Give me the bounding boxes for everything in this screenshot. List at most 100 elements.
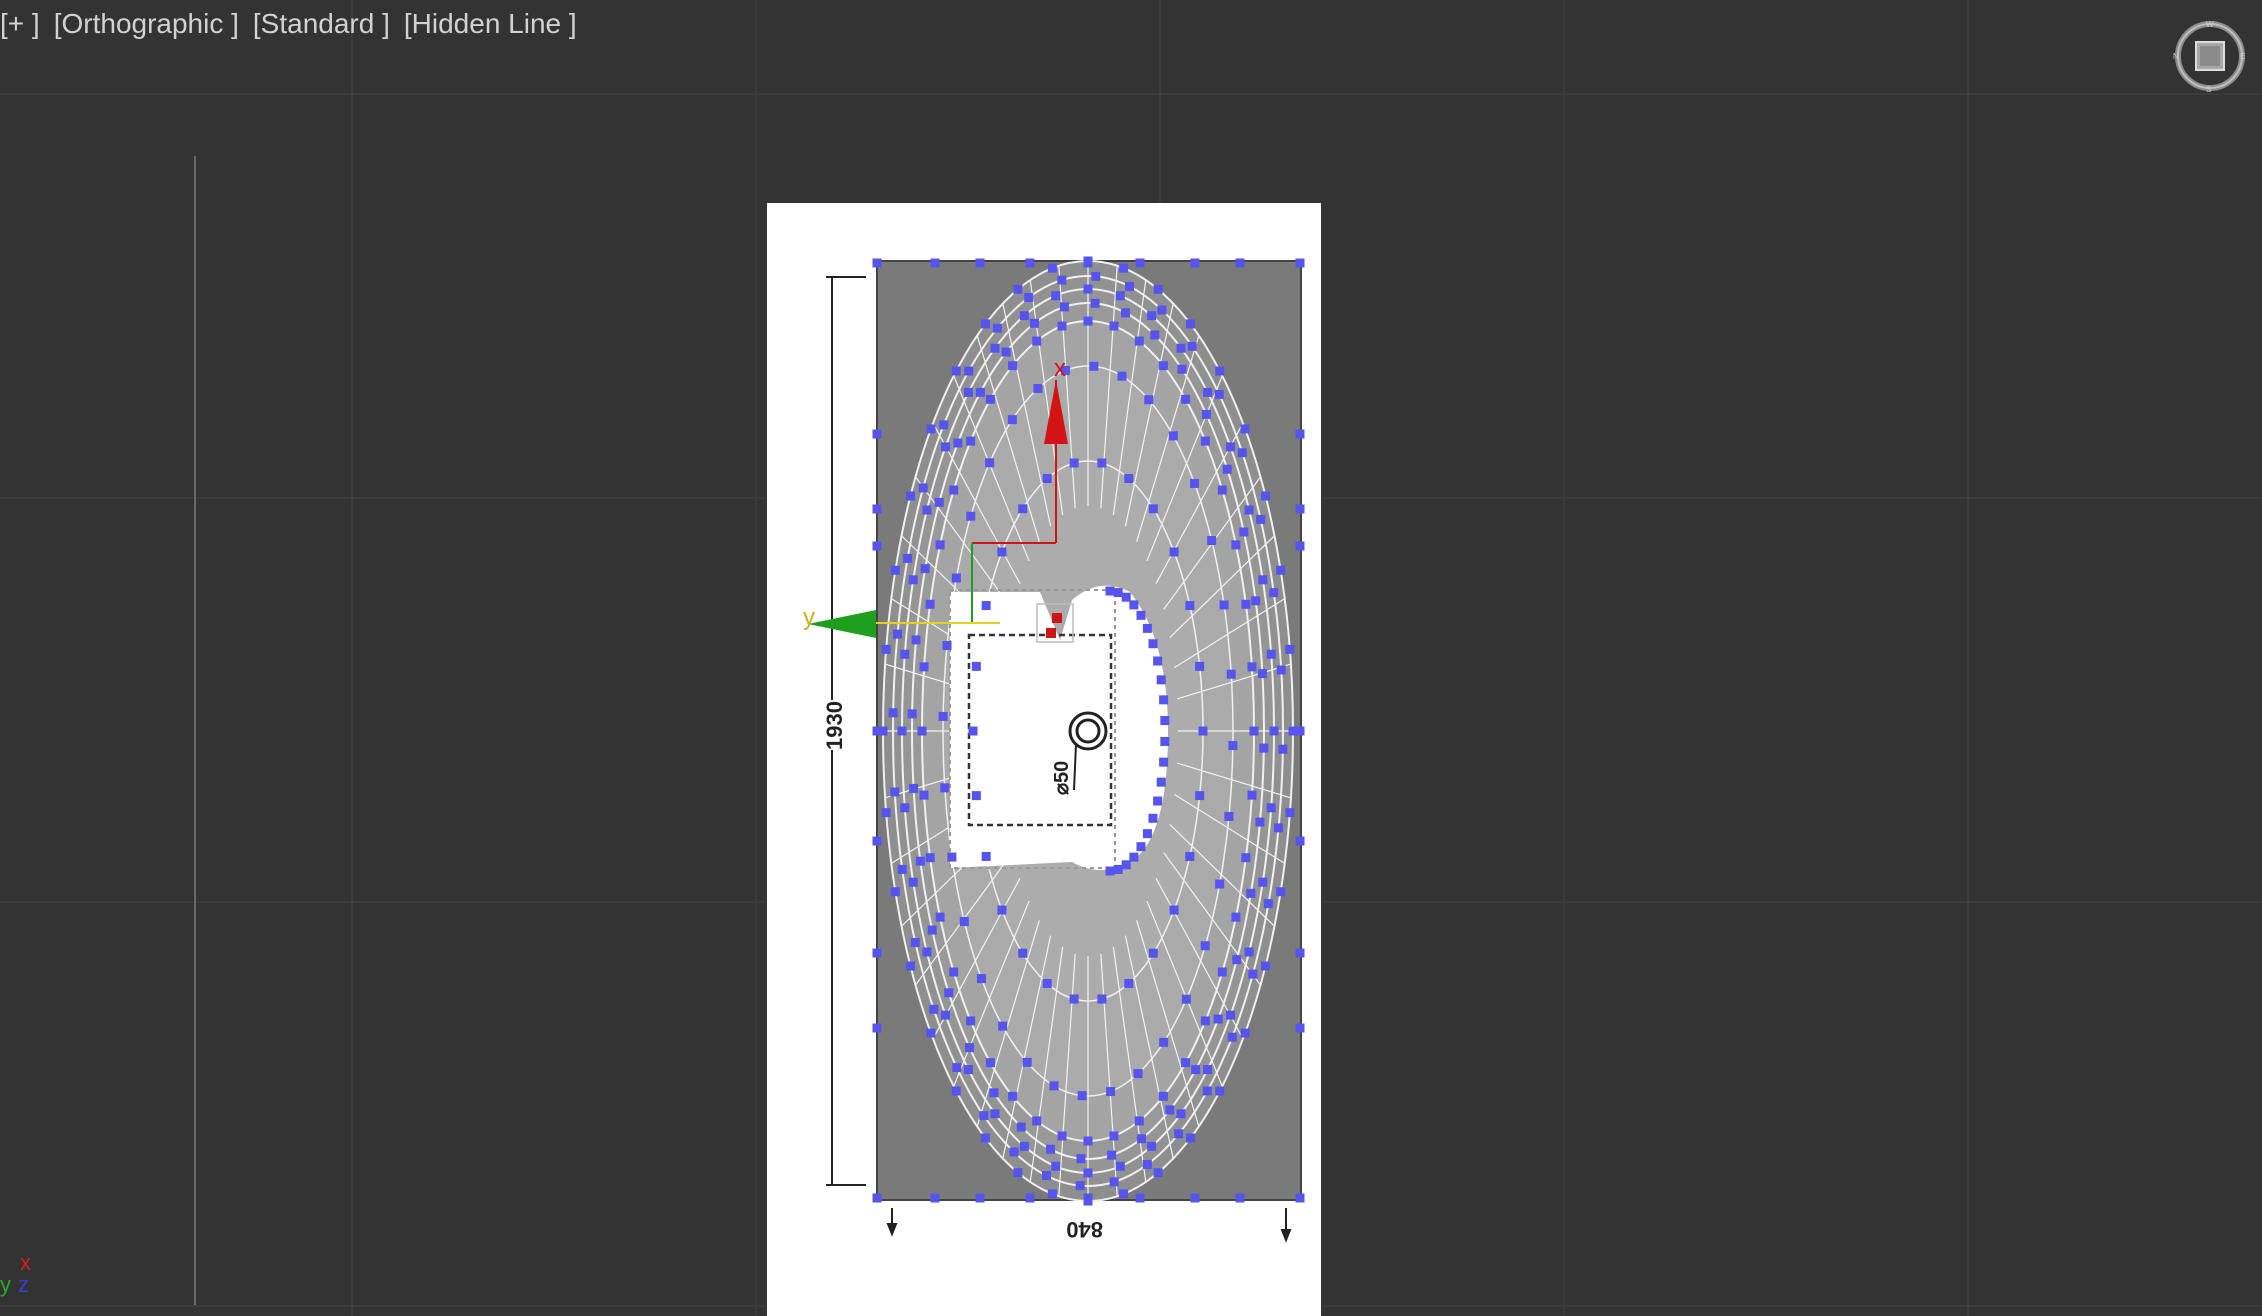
mesh-vertex[interactable]	[1159, 757, 1169, 767]
mesh-vertex[interactable]	[1018, 948, 1028, 958]
mesh-vertex[interactable]	[1235, 1193, 1245, 1203]
mesh-vertex[interactable]	[1049, 1081, 1059, 1091]
mesh-vertex[interactable]	[1047, 263, 1057, 273]
mesh-vertex[interactable]	[1181, 994, 1191, 1004]
mesh-vertex[interactable]	[1249, 726, 1259, 736]
mesh-vertex[interactable]	[992, 323, 1002, 333]
mesh-vertex[interactable]	[1200, 436, 1210, 446]
mesh-vertex[interactable]	[964, 366, 974, 376]
mesh-vertex[interactable]	[1089, 361, 1099, 371]
mesh-vertex[interactable]	[975, 387, 985, 397]
mesh-vertex[interactable]	[951, 573, 961, 583]
mesh-vertex[interactable]	[1181, 394, 1191, 404]
mesh-vertex[interactable]	[881, 808, 891, 818]
mesh-vertex[interactable]	[1244, 505, 1254, 515]
mesh-vertex[interactable]	[910, 938, 920, 948]
mesh-vertex[interactable]	[1029, 318, 1039, 328]
mesh-vertex[interactable]	[939, 420, 949, 430]
mesh-vertex[interactable]	[935, 540, 945, 550]
mesh-vertex[interactable]	[1217, 485, 1227, 495]
mesh-vertex[interactable]	[1257, 669, 1267, 679]
mesh-vertex[interactable]	[1115, 291, 1125, 301]
mesh-vertex[interactable]	[1295, 836, 1305, 846]
mesh-vertex[interactable]	[1222, 464, 1232, 474]
mesh-vertex[interactable]	[1113, 864, 1123, 874]
mesh-vertex[interactable]	[929, 1004, 939, 1014]
mesh-vertex[interactable]	[1246, 888, 1256, 898]
mesh-vertex[interactable]	[930, 1193, 940, 1203]
mesh-vertex[interactable]	[1090, 298, 1100, 308]
mesh-vertex[interactable]	[997, 547, 1007, 557]
mesh-vertex[interactable]	[985, 458, 995, 468]
mesh-vertex[interactable]	[1240, 1028, 1250, 1038]
mesh-vertex[interactable]	[897, 726, 907, 736]
mesh-vertex[interactable]	[1142, 829, 1152, 839]
mesh-vertex[interactable]	[1019, 1141, 1029, 1151]
mesh-vertex[interactable]	[966, 1016, 976, 1026]
mesh-vertex[interactable]	[1013, 284, 1023, 294]
mesh-vertex[interactable]	[1295, 1023, 1305, 1033]
mesh-vertex[interactable]	[959, 916, 969, 926]
mesh-vertex[interactable]	[1225, 1010, 1235, 1020]
mesh-vertex[interactable]	[1109, 1177, 1119, 1187]
mesh-vertex[interactable]	[1069, 458, 1079, 468]
mesh-vertex[interactable]	[1013, 1168, 1023, 1178]
mesh-vertex[interactable]	[947, 852, 957, 862]
mesh-vertex[interactable]	[1159, 695, 1169, 705]
mesh-vertex[interactable]	[920, 564, 930, 574]
mesh-vertex[interactable]	[981, 601, 991, 611]
mesh-vertex[interactable]	[1008, 361, 1018, 371]
mesh-vertex[interactable]	[918, 483, 928, 493]
mesh-vertex[interactable]	[905, 961, 915, 971]
mesh-vertex[interactable]	[1148, 504, 1158, 514]
mesh-vertex[interactable]	[872, 1193, 882, 1203]
mesh-vertex[interactable]	[1160, 716, 1170, 726]
mesh-vertex[interactable]	[927, 925, 937, 935]
mesh-vertex[interactable]	[930, 258, 940, 268]
mesh-vertex[interactable]	[907, 709, 917, 719]
mesh-vertex[interactable]	[908, 575, 918, 585]
mesh-vertex[interactable]	[1121, 592, 1131, 602]
mesh-vertex[interactable]	[968, 726, 978, 736]
mesh-vertex[interactable]	[1191, 1065, 1201, 1075]
mesh-vertex[interactable]	[1042, 474, 1052, 484]
mesh-vertex[interactable]	[1135, 258, 1145, 268]
mesh-vertex[interactable]	[1224, 811, 1234, 821]
mesh-vertex[interactable]	[1135, 1193, 1145, 1203]
mesh-vertex[interactable]	[1215, 366, 1225, 376]
mesh-vertex[interactable]	[872, 258, 882, 268]
mesh-vertex[interactable]	[1232, 955, 1242, 965]
mesh-vertex[interactable]	[1156, 777, 1166, 787]
mesh-vertex[interactable]	[975, 1193, 985, 1203]
mesh-vertex[interactable]	[911, 635, 921, 645]
mesh-vertex[interactable]	[941, 1010, 951, 1020]
mesh-vertex[interactable]	[1235, 258, 1245, 268]
mesh-vertex[interactable]	[1159, 1037, 1169, 1047]
mesh-vertex[interactable]	[1153, 656, 1163, 666]
mesh-vertex[interactable]	[1148, 813, 1158, 823]
mesh-vertex[interactable]	[963, 1065, 973, 1075]
mesh-vertex[interactable]	[1134, 336, 1144, 346]
mesh-vertex[interactable]	[1077, 1091, 1087, 1101]
mesh-vertex[interactable]	[1009, 1147, 1019, 1157]
mesh-vertex[interactable]	[1295, 541, 1305, 551]
mesh-vertex[interactable]	[975, 258, 985, 268]
mesh-vertex[interactable]	[1266, 803, 1276, 813]
mesh-vertex[interactable]	[1200, 941, 1210, 951]
mesh-vertex[interactable]	[985, 1058, 995, 1068]
mesh-vertex[interactable]	[1025, 258, 1035, 268]
mesh-vertex[interactable]	[1022, 1057, 1032, 1067]
mesh-vertex[interactable]	[1148, 948, 1158, 958]
mesh-vertex[interactable]	[1266, 649, 1276, 659]
mesh-vertex[interactable]	[1057, 275, 1067, 285]
mesh-vertex[interactable]	[1228, 741, 1238, 751]
mesh-vertex[interactable]	[917, 726, 927, 736]
mesh-vertex[interactable]	[909, 783, 919, 793]
mesh-vertex[interactable]	[872, 504, 882, 514]
mesh-vertex[interactable]	[1150, 330, 1160, 340]
mesh-vertex[interactable]	[1142, 623, 1152, 633]
mesh-vertex[interactable]	[1278, 744, 1288, 754]
mesh-vertex[interactable]	[926, 424, 936, 434]
mesh-vertex[interactable]	[1214, 389, 1224, 399]
mesh-vertex[interactable]	[963, 387, 973, 397]
